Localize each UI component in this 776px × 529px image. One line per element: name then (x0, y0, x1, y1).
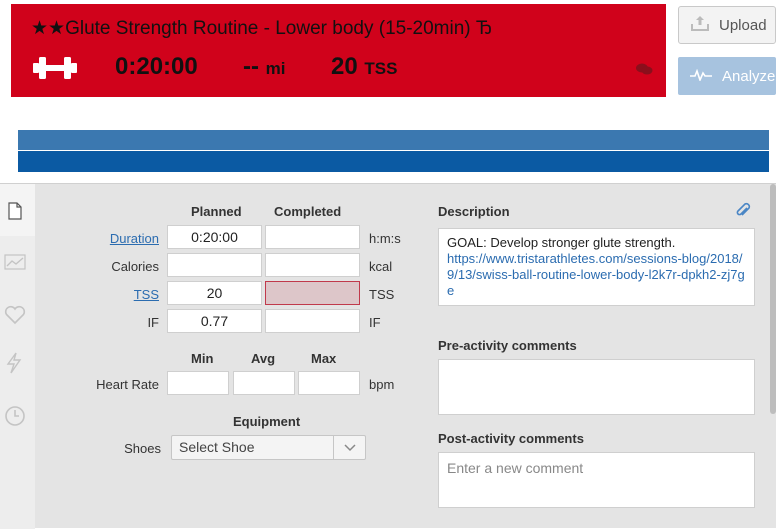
upload-button[interactable]: Upload (678, 6, 776, 44)
hr-max-header: Max (311, 351, 337, 366)
pre-activity-title: Pre-activity comments (438, 338, 577, 353)
tss-unit: TSS (364, 59, 398, 78)
planned-header: Planned (191, 204, 242, 219)
analyze-label: Analyze (722, 67, 776, 85)
duration-stat: 0:20:00 (115, 53, 198, 80)
paperclip-icon[interactable] (735, 202, 751, 225)
pulse-icon (690, 68, 712, 85)
comments-icon[interactable] (635, 62, 653, 81)
equipment-title: Equipment (233, 414, 301, 429)
description-text: GOAL: Develop stronger glute strength. (447, 235, 676, 250)
workout-structure-bar-top[interactable] (18, 130, 769, 150)
hr-max-input[interactable] (298, 371, 360, 395)
clock-icon[interactable] (4, 405, 26, 432)
heart-rate-label: Heart Rate (96, 377, 159, 392)
document-icon[interactable] (8, 202, 22, 225)
calories-completed-input[interactable] (265, 253, 360, 277)
distance-value: -- (243, 53, 259, 80)
tss-unit-label: TSS (369, 287, 395, 302)
hr-avg-header: Avg (251, 351, 276, 366)
analyze-button[interactable]: Analyze (678, 57, 776, 95)
shoes-label: Shoes (124, 441, 161, 456)
description-link[interactable]: https://www.tristarathletes.com/sessions… (447, 251, 746, 299)
if-completed-input[interactable] (265, 309, 360, 333)
hr-avg-input[interactable] (233, 371, 295, 395)
if-planned-input[interactable]: 0.77 (167, 309, 262, 333)
calories-unit: kcal (369, 259, 393, 274)
chart-line-icon[interactable] (4, 254, 26, 275)
post-activity-title: Post-activity comments (438, 431, 584, 446)
panel-scrollbar[interactable] (770, 184, 776, 414)
workout-details-panel: Planned Completed Duration 0:20:00 h:m:s… (0, 183, 776, 529)
tss-stat: 20 TSS (331, 53, 397, 81)
upload-icon (691, 15, 709, 35)
dumbbell-icon (33, 54, 77, 87)
duration-completed-input[interactable] (265, 225, 360, 249)
distance-unit: mi (265, 59, 286, 78)
pre-activity-comment-box[interactable] (438, 359, 755, 415)
lightning-icon[interactable] (4, 352, 24, 379)
hr-unit: bpm (369, 377, 395, 392)
duration-planned-input[interactable]: 0:20:00 (167, 225, 262, 249)
description-box[interactable]: GOAL: Develop stronger glute strength. h… (438, 228, 755, 306)
workout-header: ★★Glute Strength Routine - Lower body (1… (11, 4, 666, 97)
if-unit: IF (369, 315, 381, 330)
shoes-select[interactable]: Select Shoe (171, 435, 366, 460)
distance-stat: -- mi (243, 53, 286, 81)
if-label: IF (147, 315, 159, 330)
workout-title[interactable]: ★★Glute Strength Routine - Lower body (1… (31, 17, 492, 40)
tss-value: 20 (331, 53, 358, 80)
post-activity-comment-input[interactable]: Enter a new comment (438, 452, 755, 508)
duration-label[interactable]: Duration (60, 231, 159, 246)
hr-min-header: Min (191, 351, 214, 366)
duration-unit: h:m:s (369, 231, 401, 246)
shoes-select-value: Select Shoe (179, 439, 255, 455)
description-title: Description (438, 204, 510, 219)
completed-header: Completed (274, 204, 342, 219)
calories-planned-input[interactable] (167, 253, 262, 277)
tss-label[interactable]: TSS (60, 287, 159, 302)
upload-label: Upload (719, 16, 767, 34)
tss-planned-input[interactable]: 20 (167, 281, 262, 305)
calories-label: Calories (111, 259, 159, 274)
chevron-down-icon (333, 436, 365, 459)
tss-completed-input[interactable] (265, 281, 360, 305)
heart-icon[interactable] (4, 305, 26, 330)
hr-min-input[interactable] (167, 371, 229, 395)
side-rail (0, 184, 35, 529)
workout-structure-bar-bottom[interactable] (18, 151, 769, 172)
